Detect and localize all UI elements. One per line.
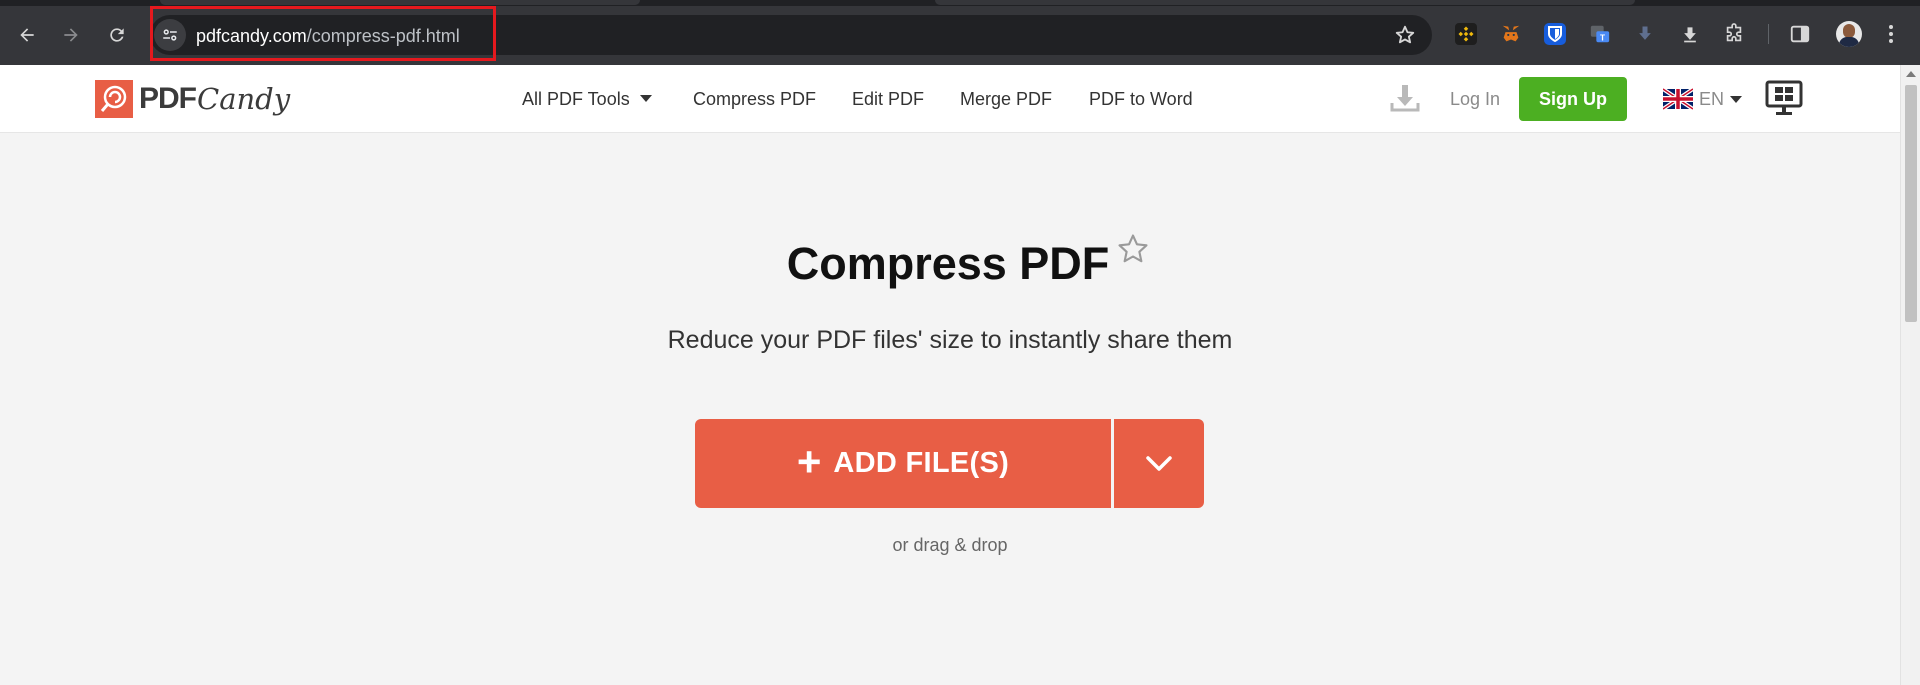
- nav-all-pdf-tools[interactable]: All PDF Tools: [522, 89, 652, 110]
- avatar-face: [1843, 24, 1855, 38]
- chevron-down-icon: [1146, 455, 1172, 471]
- avatar-body: [1839, 37, 1859, 47]
- tab[interactable]: [160, 0, 640, 5]
- drag-drop-hint: or drag & drop: [892, 535, 1008, 555]
- reload-icon: [110, 28, 124, 42]
- url-text[interactable]: pdfcandy.com/compress-pdf.html: [196, 26, 460, 47]
- site-info-button[interactable]: [154, 19, 186, 51]
- side-panel-icon[interactable]: [1789, 23, 1811, 45]
- browser-toolbar: pdfcandy.com/compress-pdf.html T: [0, 0, 1920, 65]
- download-extension-icon[interactable]: [1679, 23, 1701, 45]
- language-code: EN: [1699, 88, 1725, 109]
- signup-button[interactable]: Sign Up: [1519, 77, 1627, 121]
- caret-down-icon: [639, 95, 652, 102]
- forward-arrow-icon: [64, 28, 78, 42]
- logo-text-pdf: PDF: [139, 82, 197, 115]
- page-title-wrap: Compress PDF: [0, 238, 1900, 290]
- url-domain: pdfcandy.com: [196, 26, 307, 46]
- svg-text:T: T: [1600, 33, 1605, 42]
- downloader-extension-icon[interactable]: [1634, 23, 1656, 45]
- reload-button[interactable]: [102, 20, 132, 50]
- nav-compress-pdf[interactable]: Compress PDF: [693, 89, 816, 110]
- plus-icon: +: [796, 437, 822, 485]
- toolbar-divider: [1768, 24, 1769, 44]
- profile-avatar[interactable]: [1836, 21, 1862, 47]
- lollipop-logo-icon: [95, 80, 133, 118]
- favorite-star-icon[interactable]: [1116, 232, 1150, 266]
- download-icon[interactable]: [1389, 82, 1421, 114]
- nav-all-pdf-tools-label: All PDF Tools: [522, 89, 630, 109]
- forward-button[interactable]: [56, 20, 86, 50]
- desktop-app-icon[interactable]: [1765, 79, 1803, 117]
- page-title: Compress PDF: [786, 238, 1110, 289]
- url-path: /compress-pdf.html: [306, 26, 460, 46]
- site-header: PDF Candy All PDF Tools Compress PDF Edi…: [0, 65, 1900, 133]
- metamask-extension-icon[interactable]: [1500, 23, 1522, 45]
- page-subtitle: Reduce your PDF files' size to instantly…: [667, 326, 1233, 354]
- binance-extension-icon[interactable]: [1455, 23, 1477, 45]
- login-link[interactable]: Log In: [1450, 89, 1500, 110]
- back-button[interactable]: [12, 20, 42, 50]
- uk-flag-icon: [1663, 88, 1693, 110]
- nav-edit-pdf[interactable]: Edit PDF: [852, 89, 924, 110]
- tab-strip: [0, 0, 1920, 6]
- bitwarden-extension-icon[interactable]: [1544, 23, 1566, 45]
- browser-menu-icon[interactable]: [1884, 22, 1898, 46]
- page-scrollbar[interactable]: [1900, 65, 1920, 685]
- nav-merge-pdf[interactable]: Merge PDF: [960, 89, 1052, 110]
- nav-pdf-to-word[interactable]: PDF to Word: [1089, 89, 1193, 110]
- bookmark-star-icon[interactable]: [1394, 24, 1416, 46]
- logo-text-candy: Candy: [197, 82, 291, 116]
- tune-icon: [163, 29, 177, 41]
- scrollbar-thumb[interactable]: [1905, 85, 1917, 322]
- add-files-label: ADD FILE(S): [833, 447, 1010, 479]
- extensions-puzzle-icon[interactable]: [1723, 23, 1745, 45]
- scroll-up-arrow-icon[interactable]: [1906, 71, 1916, 77]
- language-selector[interactable]: EN: [1663, 87, 1743, 111]
- translate-extension-icon[interactable]: T: [1589, 23, 1611, 45]
- tab[interactable]: [935, 0, 1635, 5]
- address-bar[interactable]: pdfcandy.com/compress-pdf.html: [150, 15, 1432, 55]
- pdfcandy-logo[interactable]: PDF Candy: [95, 79, 290, 119]
- caret-down-icon: [1730, 95, 1743, 103]
- back-arrow-icon: [20, 28, 34, 42]
- add-files-dropdown-button[interactable]: [1114, 419, 1204, 508]
- add-files-button[interactable]: + ADD FILE(S): [695, 419, 1111, 508]
